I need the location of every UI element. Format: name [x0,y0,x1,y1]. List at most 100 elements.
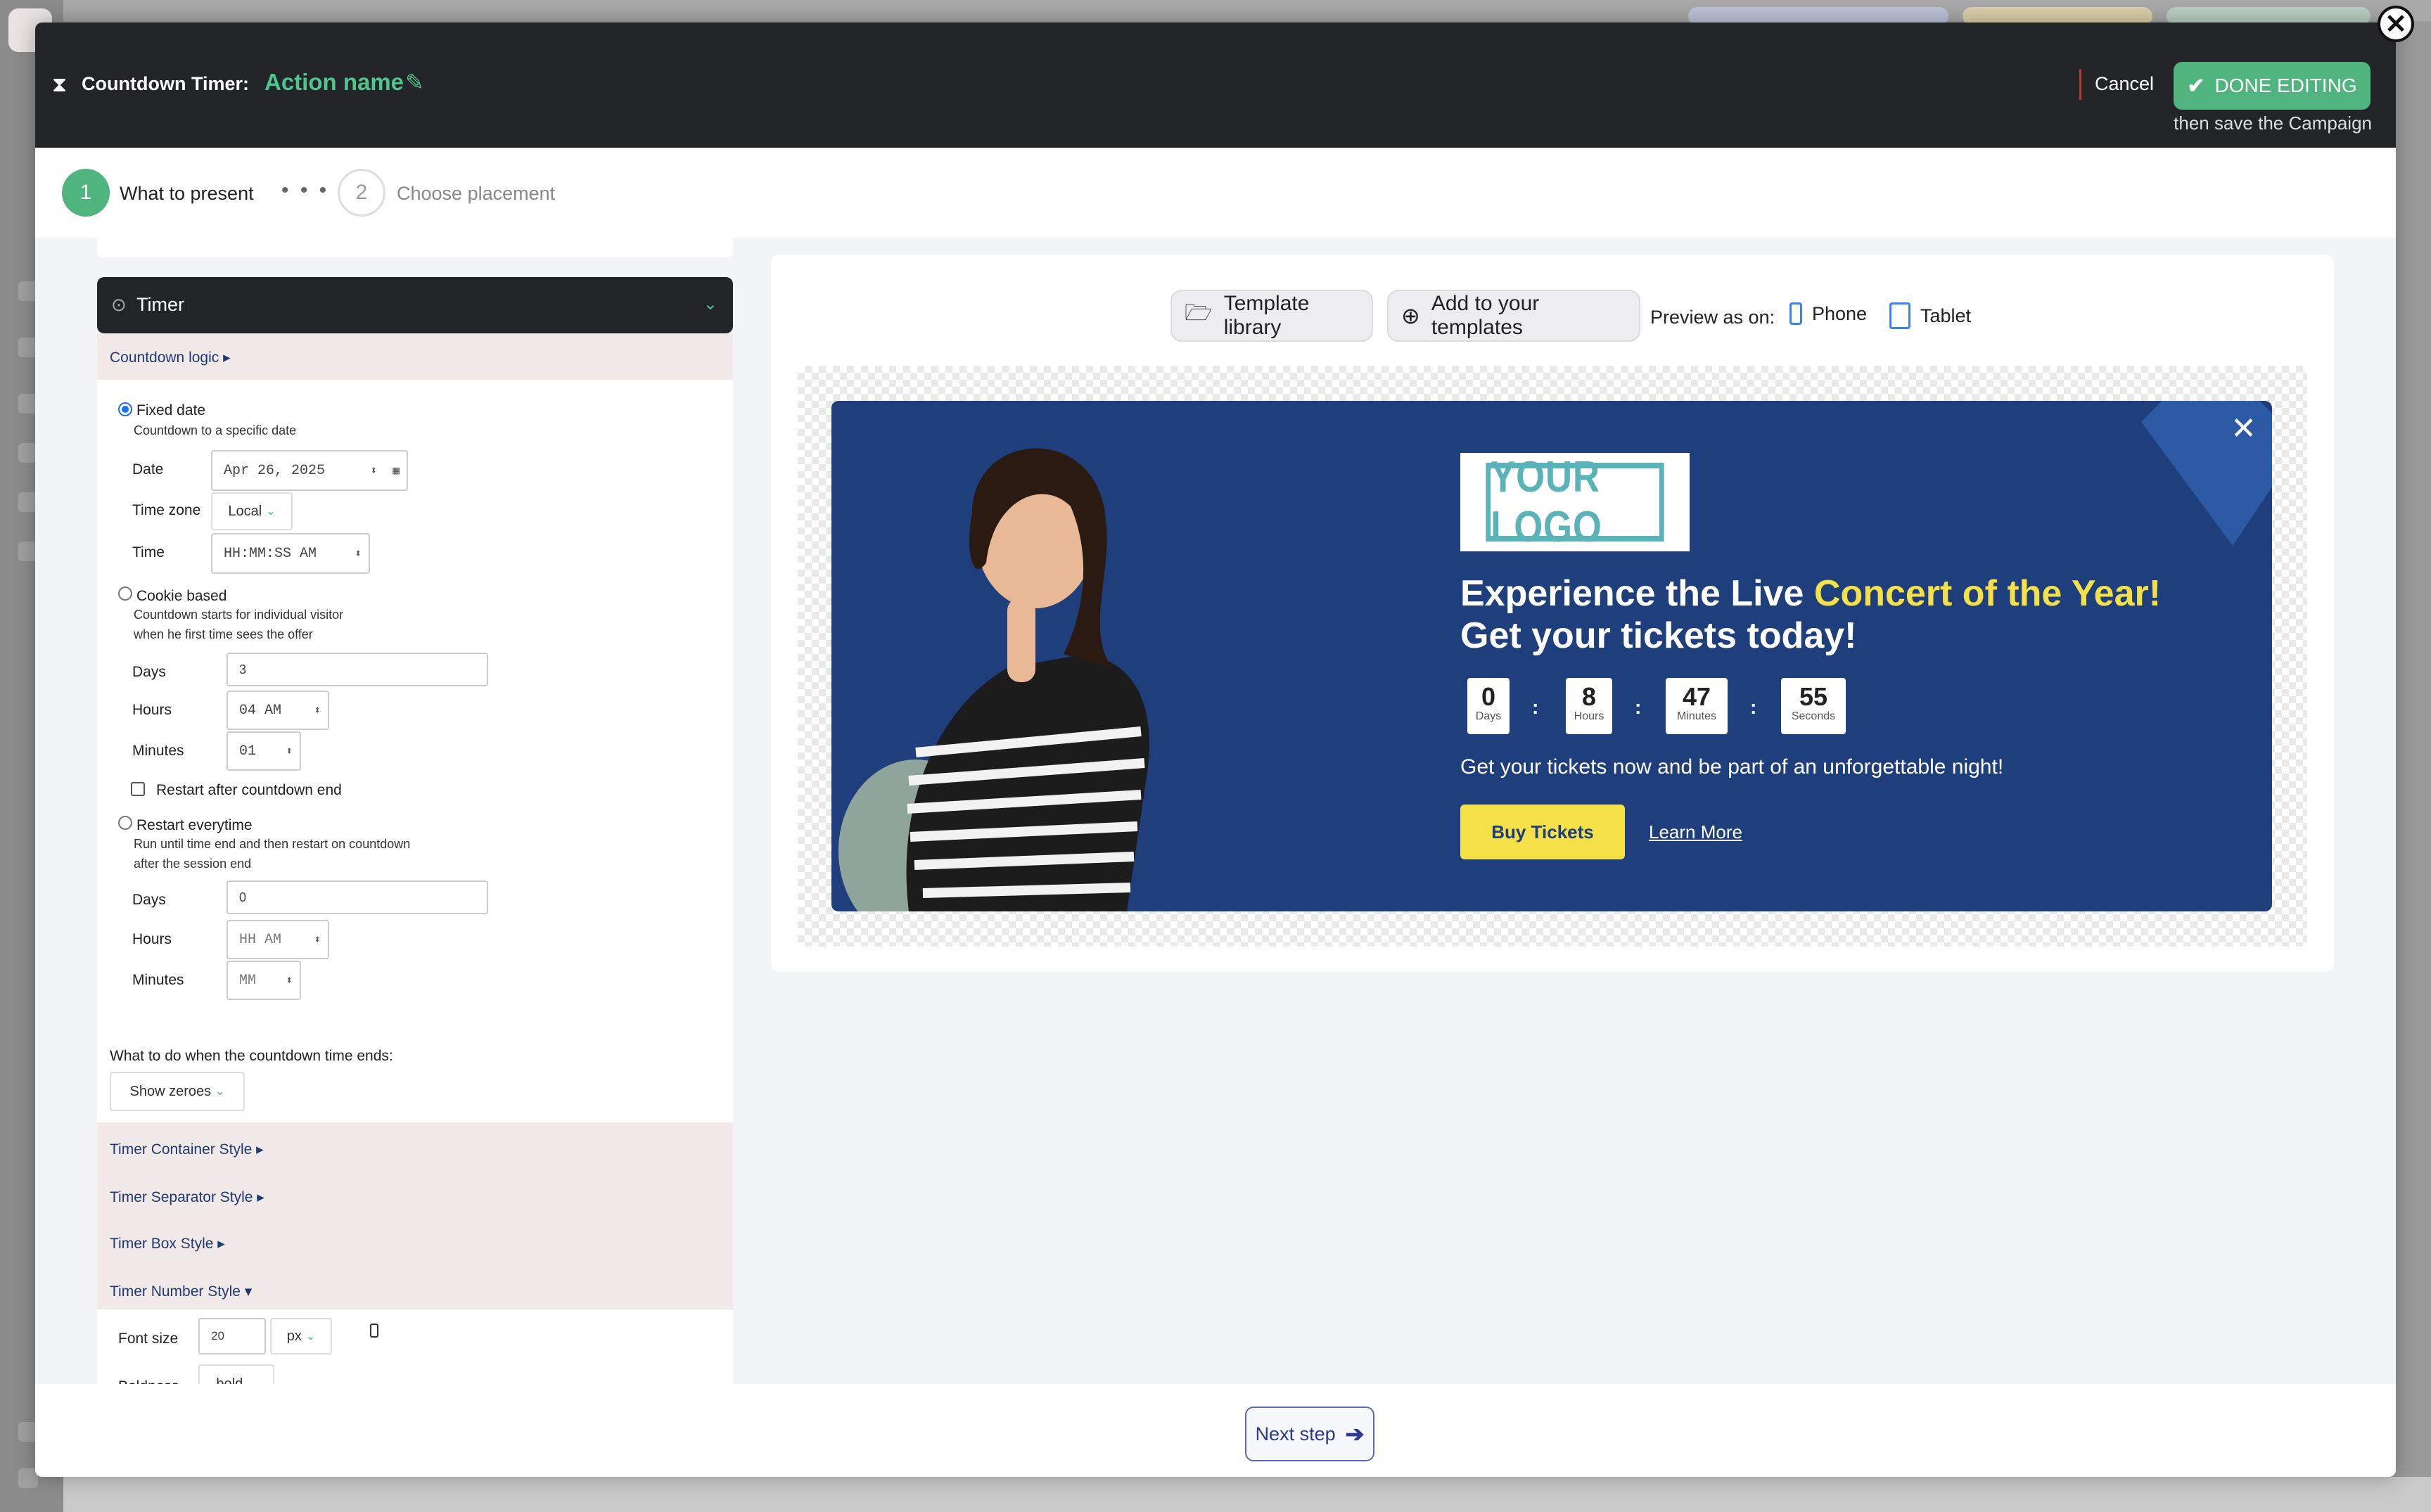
done-hint: then save the Campaign [2174,113,2372,134]
arrow-right-icon: ➔ [1345,1421,1365,1447]
phone-icon[interactable] [370,1324,378,1338]
clock-icon: ⊙ [111,294,127,315]
cookie-days-input[interactable]: 3 [226,653,488,686]
learn-more-link[interactable]: Learn More [1649,821,1742,843]
timezone-select[interactable]: Local ⌄ [211,492,293,530]
step-2-label[interactable]: Choose placement [397,183,555,205]
timer-separator-style-toggle[interactable]: Timer Separator Style ▸ [110,1189,264,1206]
fixed-date-desc: Countdown to a specific date [134,423,297,437]
restart-everytime-label: Restart everytime [136,817,253,833]
fixed-date-label: Fixed date [136,402,206,418]
chevron-down-icon: ⌄ [305,1331,316,1343]
timezone-value: Local [228,503,262,519]
done-editing-button[interactable]: ✔ DONE EDITING [2174,62,2371,110]
buy-tickets-button[interactable]: Buy Tickets [1460,805,1625,859]
countdown-days-unit: Days [1475,710,1502,722]
preview-as-label: Preview as on: [1650,307,1775,328]
cancel-button[interactable]: Cancel [2095,73,2154,95]
header-label: Countdown Timer: [82,73,249,94]
step-1-label[interactable]: What to present [120,183,254,205]
add-to-templates-button[interactable]: ⊕ Add to your templates [1387,290,1640,342]
preview-tablet-button[interactable]: Tablet [1889,302,1971,329]
timer-accordion-header[interactable]: ⊙ Timer ⌄ [97,277,733,333]
step-2-circle[interactable]: 2 [338,169,385,217]
hourglass-icon: ⧗ [52,73,68,96]
restart-hours-label: Hours [132,931,172,947]
restart-desc-1: Run until time end and then restart on c… [134,837,411,851]
countdown-separator: : [1532,696,1539,718]
restart-days-value: 0 [239,890,247,904]
countdown-logic-toggle[interactable]: Countdown logic ▸ [110,349,231,366]
countdown-seconds-value: 55 [1799,682,1828,711]
banner-close-button[interactable]: ✕ [2231,411,2257,447]
cookie-desc-1: Countdown starts for individual visitor [134,608,344,622]
step-1-circle[interactable]: 1 [62,169,110,217]
done-editing-label: DONE EDITING [2214,75,2357,96]
cookie-hours-input[interactable]: 04 AM ⬍ [226,691,329,730]
restart-checkbox[interactable] [131,782,145,796]
time-label: Time [132,544,165,560]
tablet-icon [1889,302,1910,329]
calendar-icon[interactable]: ▦ [393,463,400,478]
logo-placeholder: YOUR LOGO [1460,453,1690,551]
time-input[interactable]: HH:MM:SS AM ⬍ [211,533,370,574]
spinner-icon[interactable]: ⬍ [314,703,321,717]
cookie-days-label: Days [132,664,166,680]
action-name[interactable]: Action name [264,69,404,96]
logo-text: YOUR LOGO [1486,453,1664,551]
restart-days-label: Days [132,892,166,908]
spinner-icon[interactable]: ⬍ [370,463,377,478]
tablet-label: Tablet [1920,305,1972,326]
end-action-select[interactable]: Show zeroes ⌄ [110,1072,245,1111]
restart-everytime-radio[interactable] [118,816,132,830]
cookie-days-value: 3 [239,662,247,677]
modal-footer: Next step ➔ [35,1384,2396,1477]
step-indicator: 1 What to present • • • 2 Choose placeme… [35,148,2396,238]
countdown-hours-unit: Hours [1574,710,1604,722]
template-library-button[interactable]: 🗁 Template library [1170,290,1373,342]
timer-container-style-toggle[interactable]: Timer Container Style ▸ [110,1141,264,1158]
style-sections: Timer Container Style ▸ Timer Separator … [97,1122,733,1312]
settings-panel: ⊙ Timer ⌄ Countdown logic ▸ Fixed date C… [97,238,733,1405]
pencil-icon[interactable]: ✎ [405,69,424,96]
restart-minutes-input[interactable]: MM ⬍ [226,961,301,1000]
spinner-icon[interactable]: ⬍ [314,933,321,947]
preview-phone-button[interactable]: Phone [1789,302,1867,325]
next-step-button[interactable]: Next step ➔ [1245,1407,1374,1461]
countdown-minutes-unit: Minutes [1676,710,1717,722]
preview-card: 🗁 Template library ⊕ Add to your templat… [771,255,2334,972]
editor-modal: ⧗ Countdown Timer: Action name ✎ Cancel … [35,23,2396,1477]
phone-icon [1789,302,1802,325]
close-icon: ✕ [2385,9,2407,39]
phone-label: Phone [1812,302,1868,324]
font-unit-select[interactable]: px ⌄ [270,1318,332,1354]
countdown-logic-section: Countdown logic ▸ [97,333,733,380]
timer-number-style-toggle[interactable]: Timer Number Style ▾ [110,1283,252,1300]
restart-desc-2: after the session end [134,857,252,871]
promo-banner: ✕ YOUR LOGO Experience the Live Concert … [831,401,2272,911]
font-size-label: Font size [118,1331,179,1347]
timezone-label: Time zone [132,502,201,518]
fixed-date-radio[interactable] [118,402,132,416]
cookie-based-radio[interactable] [118,587,132,601]
countdown-days-box: 0 Days [1467,678,1510,734]
timer-title: Timer [136,294,184,315]
spinner-icon[interactable]: ⬍ [355,546,362,560]
modal-header: ⧗ Countdown Timer: Action name ✎ Cancel … [35,23,2396,148]
restart-checkbox-label: Restart after countdown end [156,782,342,798]
font-size-input[interactable]: 20 [198,1318,266,1354]
spinner-icon[interactable]: ⬍ [286,973,293,987]
restart-minutes-label: Minutes [132,972,184,988]
countdown-seconds-box: 55 Seconds [1781,678,1846,734]
date-input[interactable]: Apr 26, 2025 ⬍ ▦ [211,450,408,491]
timer-box-style-toggle[interactable]: Timer Box Style ▸ [110,1235,225,1252]
restart-days-input[interactable]: 0 [226,880,488,914]
font-size-value: 20 [211,1329,224,1343]
cookie-minutes-input[interactable]: 01 ⬍ [226,731,301,771]
spinner-icon[interactable]: ⬍ [286,744,293,758]
time-value: HH:MM:SS AM [224,545,317,562]
restart-hours-input[interactable]: HH AM ⬍ [226,920,329,959]
modal-close-button[interactable]: ✕ [2378,6,2414,42]
banner-headline: Experience the Live Concert of the Year!… [1460,572,2161,657]
headline-highlight: Concert of the Year! [1813,573,2162,614]
